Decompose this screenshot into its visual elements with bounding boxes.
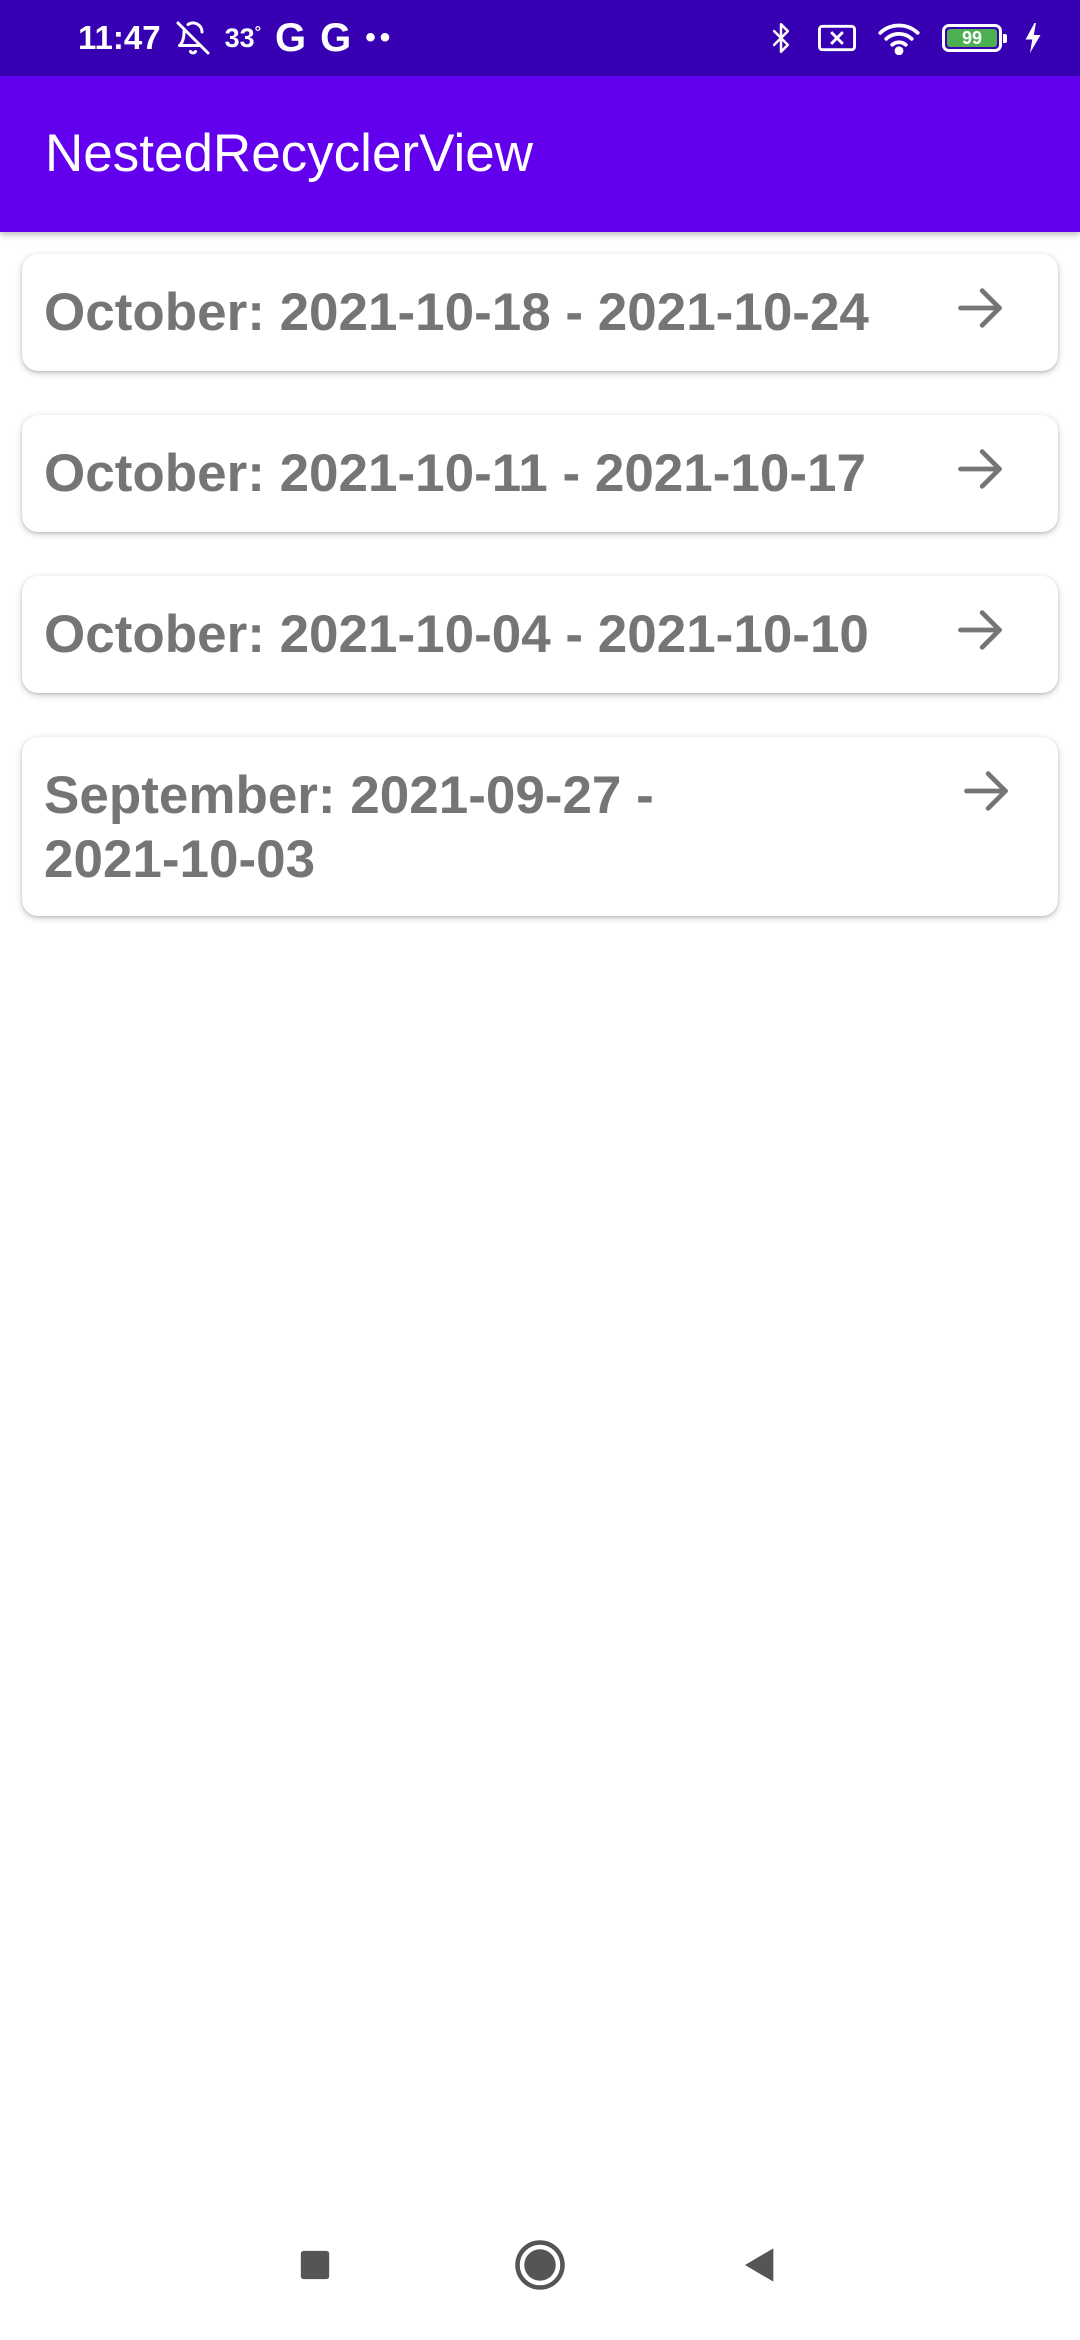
- list-item[interactable]: October: 2021-10-11 - 2021-10-17: [22, 415, 1058, 532]
- wifi-icon: [878, 21, 920, 55]
- status-right-group: 99: [766, 0, 1042, 76]
- google-g-icon: G: [275, 15, 307, 60]
- recents-icon: [300, 2250, 330, 2280]
- temperature-value: 33: [224, 22, 255, 53]
- battery-icon: 99: [942, 24, 1007, 52]
- temperature-unit: °: [254, 23, 262, 41]
- battery-level: 99: [947, 28, 997, 48]
- list-item-label: October: 2021-10-11 - 2021-10-17: [44, 444, 866, 503]
- app-bar: NestedRecyclerView: [0, 76, 1080, 232]
- charging-icon: [1024, 23, 1042, 53]
- list-item[interactable]: October: 2021-10-04 - 2021-10-10: [22, 576, 1058, 693]
- status-time: 11:47: [78, 19, 161, 56]
- temperature-readout: 33°: [225, 23, 261, 54]
- no-sim-icon: [818, 23, 856, 53]
- muted-notifications-icon: [175, 20, 211, 56]
- list-item-label: October: 2021-10-18 - 2021-10-24: [44, 283, 869, 342]
- home-icon: [515, 2240, 565, 2290]
- week-list: October: 2021-10-18 - 2021-10-24 October…: [22, 254, 1058, 960]
- list-item[interactable]: September: 2021-09-27 - 2021-10-03: [22, 737, 1058, 916]
- bluetooth-icon: [766, 20, 796, 56]
- arrow-right-icon: [958, 610, 1002, 650]
- home-button[interactable]: [480, 2190, 600, 2340]
- arrow-right-icon: [958, 449, 1002, 489]
- google-g-icon: G: [320, 15, 352, 60]
- status-left-group: 11:47 33° G G ••: [78, 0, 394, 76]
- list-item-label: October: 2021-10-04 - 2021-10-10: [44, 605, 869, 664]
- arrow-right-icon: [964, 771, 1008, 811]
- back-button[interactable]: [700, 2190, 820, 2340]
- list-item[interactable]: October: 2021-10-18 - 2021-10-24: [22, 254, 1058, 371]
- recents-button[interactable]: [255, 2190, 375, 2340]
- back-icon: [745, 2248, 774, 2282]
- status-bar: 11:47 33° G G •• 99: [0, 0, 1080, 76]
- system-nav-bar: [0, 2190, 1080, 2340]
- app-title: NestedRecyclerView: [45, 124, 533, 183]
- list-item-label: September: 2021-09-27 - 2021-10-03: [44, 766, 654, 889]
- arrow-right-icon: [958, 288, 1002, 328]
- more-notifications-dots: ••: [365, 21, 395, 54]
